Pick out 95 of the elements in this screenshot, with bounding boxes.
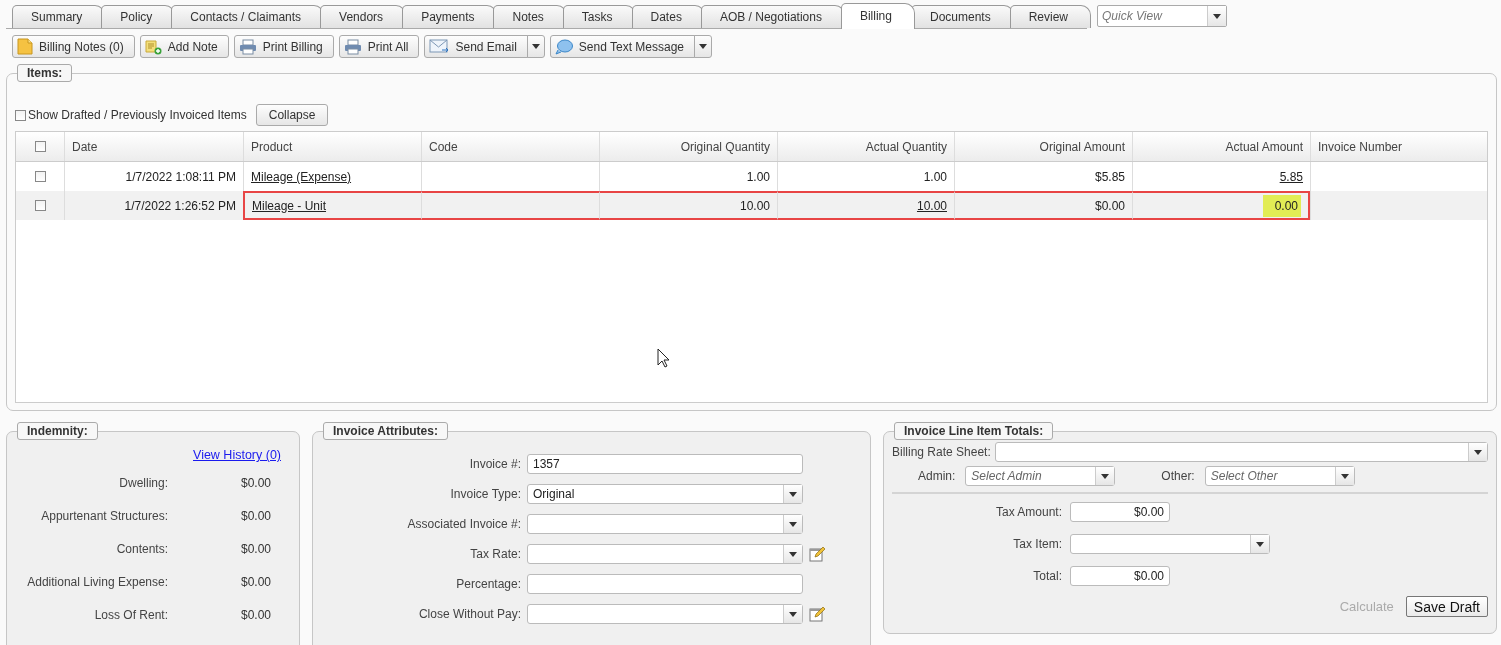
column-header[interactable]: Original Amount — [954, 132, 1132, 161]
field-label: Close Without Pay: — [417, 607, 521, 621]
field-label: Loss Of Rent: — [93, 607, 168, 622]
toolbar-button[interactable]: Add Note — [139, 35, 229, 58]
field-label: Additional Living Expense: — [26, 574, 168, 589]
table-cell: 1.00 — [746, 169, 770, 184]
collapse-button[interactable]: Collapse — [255, 104, 329, 126]
save-draft-button[interactable]: Save Draft — [1405, 596, 1488, 617]
section-title: Items: — [17, 64, 73, 82]
mouse-pointer-icon — [657, 348, 670, 368]
input-field[interactable]: $0.00 — [1070, 566, 1170, 586]
section-title: Invoice Attributes: — [323, 422, 448, 440]
select-field[interactable]: Select Admin — [965, 466, 1116, 486]
caret-icon — [1213, 13, 1222, 19]
caret-icon — [789, 611, 797, 617]
caret-icon — [789, 551, 797, 557]
select-field[interactable]: Select Other — [1204, 466, 1355, 486]
quick-view-select[interactable]: Quick View — [1097, 5, 1228, 27]
caret-icon — [789, 521, 797, 527]
table-cell: 1/7/2022 1:26:52 PM — [124, 198, 236, 213]
table-cell: 10.00 — [739, 198, 770, 213]
column-header[interactable]: Product — [243, 132, 421, 161]
field-label: Percentage: — [455, 577, 521, 591]
field-label: Total: — [1033, 569, 1062, 583]
field-label: Associated Invoice #: — [406, 517, 521, 531]
edit-icon[interactable] — [809, 546, 825, 562]
field-label: Invoice Type: — [449, 487, 521, 501]
toolbar-button[interactable]: Print Billing — [233, 35, 334, 58]
envelope-icon — [429, 39, 450, 54]
row-checkbox[interactable] — [34, 171, 46, 182]
section-title: Invoice Line Item Totals: — [894, 422, 1054, 440]
field-label: Tax Amount: — [995, 505, 1062, 519]
column-header[interactable]: Actual Quantity — [777, 132, 954, 161]
column-header[interactable]: Actual Amount — [1132, 132, 1310, 161]
row-checkbox[interactable] — [34, 200, 46, 211]
field-value: $0.00 — [239, 574, 271, 589]
field-label: Tax Rate: — [469, 547, 521, 561]
table-link[interactable]: Mileage (Expense) — [251, 169, 352, 184]
view-history-link[interactable]: View History (0) — [193, 448, 281, 462]
field-value: $0.00 — [239, 508, 271, 523]
caret-icon — [1474, 449, 1482, 455]
caret-icon — [789, 491, 797, 497]
column-header[interactable]: Code — [421, 132, 599, 161]
select-field[interactable] — [527, 514, 803, 534]
edit-icon[interactable] — [809, 606, 825, 622]
toolbar-button[interactable]: Print All — [338, 35, 420, 58]
table-row[interactable]: 1/7/2022 1:26:52 PM Mileage - Unit 10.00 10.00 $0.00 0.00 — [16, 191, 1487, 220]
select-field[interactable] — [1070, 534, 1270, 554]
printer-icon — [238, 38, 257, 55]
field-label: Other: — [1161, 469, 1195, 483]
field-label: Tax Item: — [1013, 537, 1062, 551]
caret-icon — [699, 44, 708, 49]
caret-icon — [531, 44, 540, 49]
field-label: Appurtenant Structures: — [40, 508, 168, 523]
select-field[interactable] — [994, 442, 1488, 462]
field-label: Invoice #: — [468, 457, 521, 471]
caret-icon — [1256, 541, 1264, 547]
field-label: Contents: — [115, 541, 168, 556]
toolbar-button[interactable]: Send Email — [424, 35, 528, 58]
highlighted-value: 0.00 — [1262, 194, 1301, 217]
note-add-icon — [144, 38, 162, 55]
input-field[interactable]: $0.00 — [1070, 502, 1170, 522]
select-field[interactable] — [527, 544, 803, 564]
chat-bubble-icon — [554, 38, 573, 55]
table-cell: $0.00 — [1094, 198, 1125, 213]
show-drafted-checkbox[interactable]: Show Drafted / Previously Invoiced Items — [15, 108, 247, 122]
table-cell: 1.00 — [923, 169, 947, 184]
toolbar-button[interactable]: Billing Notes (0) — [12, 35, 135, 58]
table-link[interactable]: 10.00 — [916, 198, 947, 213]
select-field[interactable] — [527, 604, 803, 624]
toolbar-button[interactable]: Send Text Message — [549, 35, 696, 58]
tab[interactable]: Review — [1009, 5, 1092, 28]
section-title: Indemnity: — [17, 422, 98, 440]
field-value: $0.00 — [239, 541, 271, 556]
column-header[interactable]: Original Quantity — [599, 132, 777, 161]
field-value: $0.00 — [239, 607, 271, 622]
dropdown-button[interactable] — [694, 35, 713, 58]
field-label: Dwelling: — [118, 475, 168, 490]
field-label: Billing Rate Sheet: — [892, 445, 991, 459]
select-field[interactable]: Original — [527, 484, 803, 504]
column-header[interactable]: Date — [64, 132, 243, 161]
table-cell: 1/7/2022 1:08:11 PM — [125, 169, 236, 184]
column-header[interactable]: Invoice Number — [1310, 132, 1487, 161]
field-value: $0.00 — [239, 475, 271, 490]
input-field[interactable]: 1357 — [527, 454, 803, 474]
note-icon — [17, 38, 33, 55]
field-label: Admin: — [918, 469, 956, 483]
table-link[interactable]: 5.85 — [1279, 169, 1303, 184]
caret-icon — [1101, 473, 1110, 479]
select-all-checkbox[interactable] — [34, 141, 46, 152]
printer-icon — [343, 38, 362, 55]
caret-icon — [1340, 473, 1349, 479]
table-cell: $5.85 — [1094, 169, 1125, 184]
tab[interactable]: Billing — [840, 3, 915, 29]
input-field[interactable] — [527, 574, 803, 594]
